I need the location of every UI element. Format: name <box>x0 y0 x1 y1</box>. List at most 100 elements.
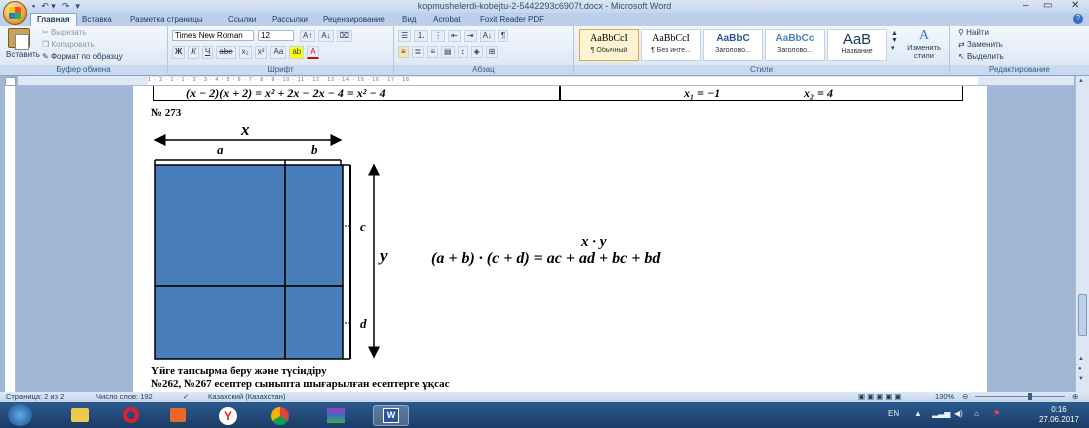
paste-button[interactable]: Вставить <box>6 50 40 59</box>
tab-foxit[interactable]: Foxit Reader PDF <box>480 15 544 24</box>
tab-selector[interactable] <box>5 77 16 86</box>
font-name-select[interactable]: Times New Roman <box>172 30 254 41</box>
zoom-slider-thumb[interactable] <box>1028 393 1032 400</box>
style-normal[interactable]: AaBbCcI ¶ Обычный <box>579 29 639 61</box>
start-button[interactable] <box>8 404 32 426</box>
clear-format-button[interactable]: ⌧ <box>336 30 352 42</box>
bullets-button[interactable]: ☰ <box>398 30 412 42</box>
show-hidden-icons[interactable]: ▲ <box>914 409 922 418</box>
network-icon[interactable]: ⌂ <box>974 409 979 418</box>
clipboard-group-label: Буфер обмена <box>0 65 167 75</box>
browse-object-icon[interactable]: ● <box>1078 366 1082 372</box>
style-heading-1[interactable]: AaBbC Заголово... <box>703 29 763 61</box>
volume-icon[interactable]: ◀) <box>954 409 963 418</box>
increase-indent-button[interactable]: ⇥ <box>463 30 477 42</box>
align-right-button[interactable]: ≡ <box>427 46 439 58</box>
grow-font-button[interactable]: A↑ <box>300 30 316 42</box>
close-button[interactable]: ✕ <box>1071 0 1079 11</box>
underline-button[interactable]: Ч <box>201 46 214 59</box>
bold-button[interactable]: Ж <box>172 46 186 59</box>
show-marks-button[interactable]: ¶ <box>497 30 509 42</box>
status-zoom[interactable]: 130% <box>935 392 954 401</box>
paragraph-row-1: ☰ ⒈ ⋮ ⇤ ⇥ A↓ ¶ <box>398 30 509 42</box>
help-icon[interactable]: ? <box>1073 14 1083 24</box>
view-buttons[interactable]: ▣▣▣▣▣ <box>858 392 903 401</box>
minimize-button[interactable]: – <box>1023 0 1029 11</box>
language-indicator[interactable]: EN <box>888 409 899 418</box>
signal-icon[interactable]: ▂▃▅ <box>932 409 950 418</box>
tab-home[interactable]: Главная <box>30 13 77 26</box>
multilevel-list-button[interactable]: ⋮ <box>431 30 446 42</box>
replace-button[interactable]: ⇄ Заменить <box>958 40 1003 49</box>
tab-page-layout[interactable]: Разметка страницы <box>130 15 203 24</box>
office-button[interactable] <box>3 1 27 25</box>
paste-icon[interactable] <box>8 28 30 50</box>
tab-mailings[interactable]: Рассылки <box>272 15 308 24</box>
strikethrough-button[interactable]: abe <box>216 46 236 59</box>
vertical-scrollbar[interactable]: ▲ ▲ ● ▼ <box>1075 76 1089 392</box>
justify-button[interactable]: ▤ <box>441 46 455 58</box>
borders-button[interactable]: ⊞ <box>485 46 499 58</box>
proofing-icon[interactable]: ✓ <box>183 392 189 401</box>
taskbar-yandex[interactable]: Y <box>210 405 246 426</box>
highlight-button[interactable]: ab <box>289 46 305 59</box>
copy-icon: ❐ <box>42 40 52 49</box>
next-page-icon[interactable]: ▼ <box>1078 376 1084 382</box>
sort-button[interactable]: A↓ <box>479 30 495 42</box>
tab-insert[interactable]: Вставка <box>82 15 112 24</box>
maximize-button[interactable]: ▭ <box>1043 0 1052 11</box>
styles-scroll-icon[interactable]: ▲ ▼ ▾ <box>891 30 898 52</box>
taskbar-media[interactable] <box>160 405 196 426</box>
find-button[interactable]: ⚲ Найти <box>958 28 989 37</box>
style-no-spacing[interactable]: AaBbCcI ¶ Без инте... <box>641 29 701 61</box>
formula-expansion: (a + b) · (c + d) = ac + ad + bc + bd <box>431 250 661 267</box>
vertical-ruler[interactable] <box>5 86 16 392</box>
line-spacing-button[interactable]: ↕ <box>457 46 468 58</box>
numbering-button[interactable]: ⒈ <box>414 30 429 42</box>
system-clock[interactable]: 0:16 27.06.2017 <box>1039 405 1079 425</box>
font-color-button[interactable]: A <box>307 46 319 59</box>
taskbar-opera[interactable] <box>113 405 149 426</box>
taskbar-chrome[interactable] <box>262 405 298 426</box>
style-heading-2[interactable]: AaBbCc Заголово... <box>765 29 825 61</box>
font-format-row: Ж К Ч abe x₂ x² Аа ab A <box>172 46 319 59</box>
select-button[interactable]: ↖ Выделить <box>958 52 1004 61</box>
align-left-button[interactable]: ≡ <box>398 46 409 58</box>
prev-page-icon[interactable]: ▲ <box>1078 356 1084 362</box>
change-styles-button[interactable]: A Изменить стили <box>902 28 946 60</box>
decrease-indent-button[interactable]: ⇤ <box>448 30 461 42</box>
center-button[interactable]: ≣ <box>411 46 425 58</box>
taskbar-winrar[interactable] <box>318 405 354 426</box>
clipboard-group: Вставить ✂ Вырезать ❐ Копировать ✎ Форма… <box>0 26 168 76</box>
zoom-slider[interactable] <box>975 396 1065 397</box>
shrink-font-button[interactable]: A↓ <box>318 30 334 42</box>
tab-review[interactable]: Рецензирование <box>323 15 385 24</box>
style-title[interactable]: AaB Название <box>827 29 887 61</box>
zoom-out-icon[interactable]: ⊖ <box>962 392 968 401</box>
action-center-icon[interactable]: ⚑ <box>993 409 1000 418</box>
cut-button[interactable]: ✂ Вырезать <box>42 28 87 37</box>
change-case-button[interactable]: Аа <box>270 46 287 59</box>
tab-references[interactable]: Ссылки <box>228 15 256 24</box>
status-language[interactable]: Казахский (Казахстан) <box>208 392 285 401</box>
format-painter-button[interactable]: ✎ Формат по образцу <box>42 52 123 61</box>
zoom-in-icon[interactable]: ⊕ <box>1072 392 1078 401</box>
taskbar-explorer[interactable] <box>62 405 98 426</box>
font-size-select[interactable]: 12 <box>258 30 294 41</box>
shading-button[interactable]: ◈ <box>470 46 483 58</box>
status-words[interactable]: Число слов: 192 <box>96 392 153 401</box>
tab-acrobat[interactable]: Acrobat <box>433 15 461 24</box>
copy-button[interactable]: ❐ Копировать <box>42 40 94 49</box>
document-page[interactable]: (x − 2)(x + 2) = x² + 2x − 2x − 4 = x² −… <box>133 86 987 392</box>
superscript-button[interactable]: x² <box>254 46 268 59</box>
subscript-button[interactable]: x₂ <box>238 46 252 59</box>
scroll-thumb[interactable] <box>1078 294 1087 336</box>
italic-button[interactable]: К <box>188 46 199 59</box>
horizontal-ruler[interactable]: 1 · 2 · 1 · 1 · 2 · 3 · 4 · 5 · 6 · 7 · … <box>18 76 1074 86</box>
status-page[interactable]: Страница: 2 из 2 <box>6 392 64 401</box>
area-diagram: x a b c d y <box>153 120 388 360</box>
taskbar-word[interactable]: W <box>373 405 409 426</box>
tab-view[interactable]: Вид <box>402 15 416 24</box>
scroll-up-icon[interactable]: ▲ <box>1078 78 1084 84</box>
scissors-icon: ✂ <box>42 28 51 37</box>
